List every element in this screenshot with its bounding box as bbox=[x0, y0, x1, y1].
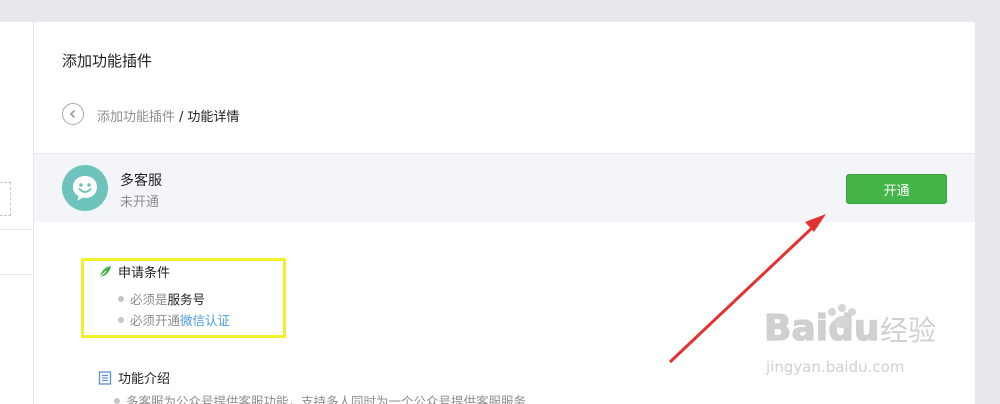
upload-placeholder bbox=[0, 182, 11, 216]
smiley-chat-icon bbox=[73, 176, 97, 201]
condition-item: 必须是 服务号 bbox=[118, 289, 205, 308]
bullet-dot bbox=[114, 397, 120, 404]
condition-prefix: 必须是 bbox=[130, 292, 168, 307]
document-icon bbox=[98, 370, 112, 385]
back-button[interactable] bbox=[62, 103, 84, 125]
watermark-cn: 经验 bbox=[880, 314, 936, 347]
breadcrumb: 添加功能插件 / 功能详情 bbox=[97, 106, 239, 125]
intro-heading-label: 功能介绍 bbox=[118, 372, 171, 387]
watermark-url: jingyan.baidu.com bbox=[765, 358, 904, 376]
condition-item: 必须开通 微信认证 bbox=[118, 310, 230, 329]
breadcrumb-parent-link[interactable]: 添加功能插件 bbox=[97, 110, 175, 125]
conditions-heading-label: 申请条件 bbox=[118, 266, 171, 281]
leaf-icon bbox=[99, 265, 111, 277]
breadcrumb-current: 功能详情 bbox=[187, 110, 240, 125]
plugin-status: 未开通 bbox=[120, 195, 160, 210]
open-button[interactable]: 开通 bbox=[846, 174, 947, 204]
page-title: 添加功能插件 bbox=[62, 52, 153, 70]
bullet-dot bbox=[118, 295, 124, 302]
left-sidebar-fragment bbox=[0, 22, 34, 404]
intro-text: 多客服为公众号提供客服功能，支持多人同时为一个公众号提供客服服务 bbox=[126, 394, 527, 404]
bullet-dot bbox=[118, 316, 124, 323]
condition-prefix: 必须开通 bbox=[130, 313, 181, 328]
plugin-avatar bbox=[62, 165, 108, 211]
watermark-brand: Baidu bbox=[764, 308, 879, 349]
chevron-left-icon bbox=[69, 109, 76, 119]
baidu-jingyan-watermark: Baidu 经验 jingyan.baidu.com bbox=[763, 304, 936, 376]
sidebar-divider bbox=[0, 274, 33, 275]
plugin-header: 多客服 未开通 开通 bbox=[34, 153, 975, 222]
plugin-name: 多客服 bbox=[120, 173, 162, 189]
intro-description: 多客服为公众号提供客服功能，支持多人同时为一个公众号提供客服服务 bbox=[114, 391, 526, 404]
sidebar-divider bbox=[0, 229, 33, 230]
wechat-verification-link[interactable]: 微信认证 bbox=[180, 310, 230, 329]
condition-emphasis: 服务号 bbox=[167, 292, 206, 307]
intro-heading: 功能介绍 bbox=[98, 368, 170, 387]
breadcrumb-separator: / bbox=[179, 110, 184, 125]
conditions-heading: 申请条件 bbox=[98, 262, 170, 281]
